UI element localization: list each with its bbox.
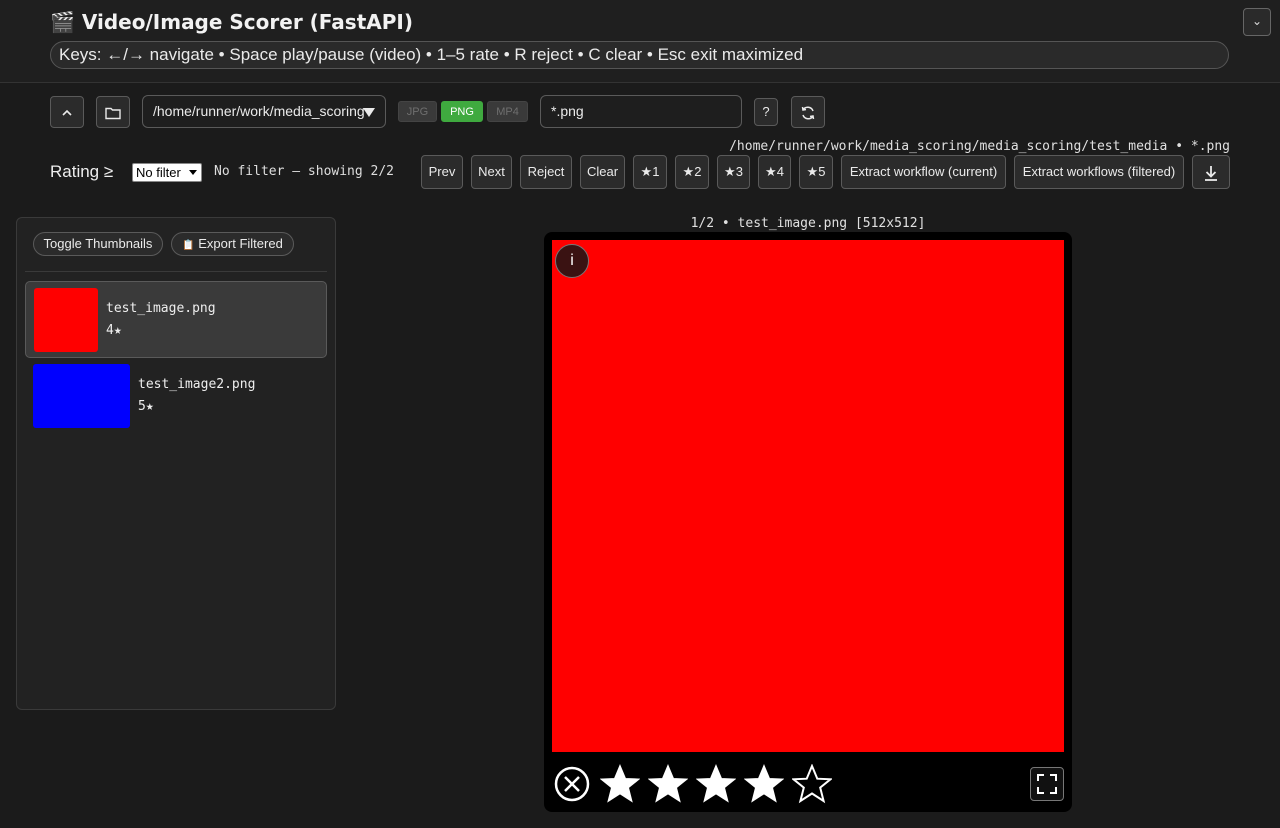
sidebar: Toggle Thumbnails 📋 Export Filtered test… <box>16 217 336 710</box>
reject-icon[interactable] <box>554 766 590 802</box>
file-rating: 5★ <box>138 399 154 414</box>
file-name: test_image.png <box>106 301 216 316</box>
directory-select[interactable]: /home/runner/work/media_scoring <box>142 95 386 128</box>
extract-workflows-filtered-button[interactable]: Extract workflows (filtered) <box>1014 155 1184 189</box>
reject-button[interactable]: Reject <box>520 155 572 189</box>
star-5-icon[interactable] <box>792 764 832 804</box>
pattern-input[interactable]: *.png <box>540 95 742 128</box>
app-title-text: Video/Image Scorer (FastAPI) <box>81 10 413 34</box>
thumbnail <box>34 288 98 352</box>
download-button[interactable] <box>1192 155 1230 189</box>
star-4-icon[interactable] <box>744 764 784 804</box>
list-item[interactable]: test_image.png 4★ <box>25 281 327 358</box>
star-1-icon[interactable] <box>600 764 640 804</box>
sidebar-divider <box>25 271 327 272</box>
clear-button[interactable]: Clear <box>580 155 625 189</box>
info-button[interactable]: i <box>555 244 589 278</box>
media-image <box>552 240 1064 752</box>
list-item[interactable]: test_image2.png 5★ <box>25 364 327 430</box>
media-viewer: i <box>544 232 1072 812</box>
rate-1-button[interactable]: ★1 <box>633 155 667 189</box>
ext-toggle-jpg[interactable]: JPG <box>398 101 437 122</box>
keyboard-shortcuts-hint: Keys: ←/→ navigate • Space play/pause (v… <box>50 41 1229 69</box>
rate-4-button[interactable]: ★4 <box>758 155 791 189</box>
chevron-down-icon: ⌄ <box>1251 14 1263 28</box>
export-filtered-label: Export Filtered <box>198 236 283 251</box>
app-header: 🎬 Video/Image Scorer (FastAPI) Keys: ←/→… <box>0 0 1280 83</box>
toggle-thumbnails-button[interactable]: Toggle Thumbnails <box>33 232 163 256</box>
star-3-icon[interactable] <box>696 764 736 804</box>
maximize-button[interactable] <box>1030 767 1064 801</box>
rate-5-button[interactable]: ★5 <box>799 155 833 189</box>
collapse-controls-button[interactable] <box>50 96 84 128</box>
app-title: 🎬 Video/Image Scorer (FastAPI) <box>50 10 413 34</box>
fullscreen-icon <box>1037 774 1057 794</box>
refresh-button[interactable] <box>791 96 825 128</box>
ext-toggle-mp4[interactable]: MP4 <box>487 101 528 122</box>
ext-toggle-png[interactable]: PNG <box>441 101 483 122</box>
folder-icon <box>105 107 121 119</box>
clapperboard-icon: 🎬 <box>50 10 75 34</box>
directory-value: /home/runner/work/media_scoring <box>153 103 365 119</box>
prev-button[interactable]: Prev <box>421 155 463 189</box>
dropdown-caret-icon <box>363 108 375 117</box>
dropdown-caret-icon <box>189 170 197 175</box>
clipboard-icon: 📋 <box>182 240 195 251</box>
help-button[interactable]: ? <box>754 98 778 126</box>
thumbnail <box>33 364 130 428</box>
chevron-up-icon <box>62 109 72 116</box>
star-2-icon[interactable] <box>648 764 688 804</box>
file-name: test_image2.png <box>138 377 256 392</box>
open-folder-button[interactable] <box>96 96 130 128</box>
filter-status: No filter — showing 2/2 <box>214 164 395 179</box>
rate-3-button[interactable]: ★3 <box>717 155 750 189</box>
rating-filter-select[interactable]: No filter <box>132 163 202 182</box>
rating-filter-value: No filter <box>136 165 181 180</box>
viewer-caption: 1/2 • test_image.png [512x512] <box>690 216 926 231</box>
file-rating: 4★ <box>106 323 122 338</box>
extract-workflow-current-button[interactable]: Extract workflow (current) <box>841 155 1006 189</box>
download-icon <box>1205 165 1217 181</box>
next-button[interactable]: Next <box>471 155 512 189</box>
export-filtered-button[interactable]: 📋 Export Filtered <box>171 232 294 256</box>
rating-filter-label: Rating ≥ <box>50 162 114 181</box>
refresh-icon <box>801 106 815 120</box>
collapse-header-button[interactable]: ⌄ <box>1243 8 1271 36</box>
current-path-status: /home/runner/work/media_scoring/media_sc… <box>729 139 1230 154</box>
rate-2-button[interactable]: ★2 <box>675 155 709 189</box>
